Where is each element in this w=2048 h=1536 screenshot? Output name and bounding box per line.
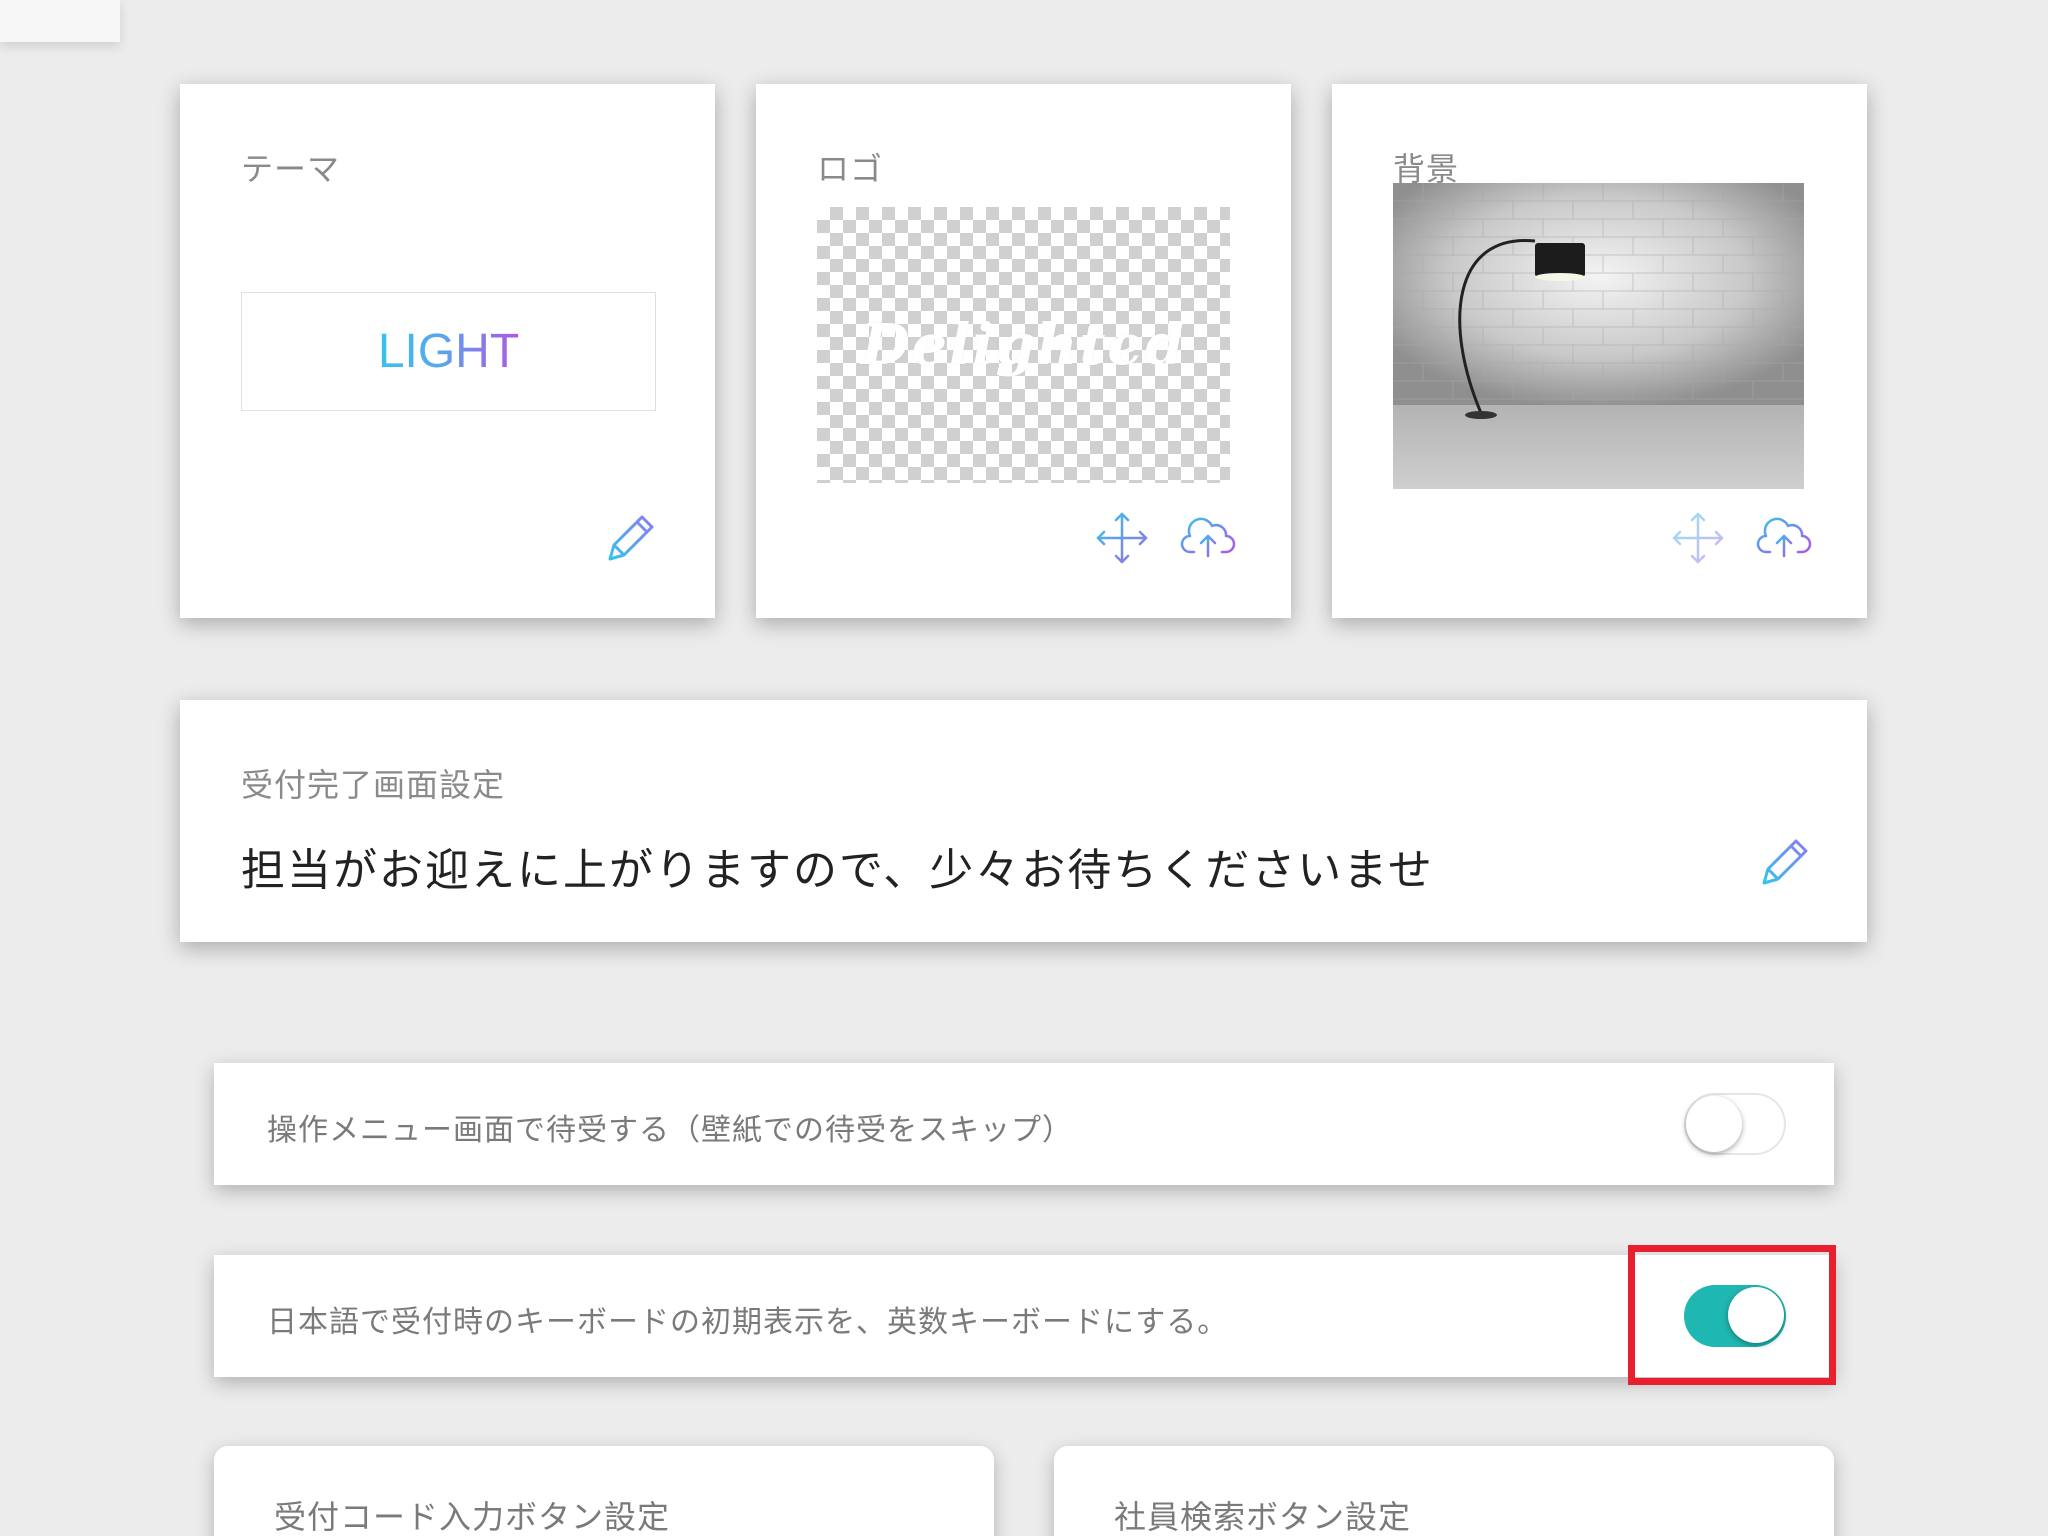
cloud-upload-icon[interactable] (1756, 510, 1812, 570)
logo-preview[interactable]: Delighted (817, 207, 1230, 483)
theme-card: テーマ LIGHT (180, 84, 715, 618)
completion-card-title: 受付完了画面設定 (241, 766, 506, 804)
theme-selector[interactable]: LIGHT (241, 292, 656, 411)
pencil-icon[interactable] (1758, 833, 1814, 893)
highlight-annotation (1628, 1245, 1836, 1385)
keyboard-setting-row: 日本語で受付時のキーボードの初期表示を、英数キーボードにする。 (214, 1255, 1834, 1377)
logo-card: ロゴ Delighted (756, 84, 1291, 618)
logo-card-title: ロゴ (817, 150, 884, 188)
move-arrows-icon[interactable] (1094, 510, 1150, 570)
completion-screen-card: 受付完了画面設定 担当がお迎えに上がりますので、少々お待ちくださいませ (180, 700, 1867, 942)
standby-menu-toggle[interactable] (1684, 1093, 1786, 1155)
completion-message: 担当がお迎えに上がりますので、少々お待ちくださいませ (241, 845, 1434, 896)
setting-label: 操作メニュー画面で待受する（壁紙での待受をスキップ） (267, 1113, 1073, 1148)
pencil-icon[interactable] (604, 509, 660, 569)
theme-value: LIGHT (377, 325, 520, 378)
code-input-card-title: 受付コード入力ボタン設定 (274, 1498, 671, 1536)
cloud-upload-icon[interactable] (1180, 510, 1236, 570)
employee-search-button-card[interactable]: 社員検索ボタン設定 (1054, 1446, 1834, 1536)
move-arrows-icon[interactable] (1670, 510, 1726, 570)
theme-card-title: テーマ (241, 150, 341, 188)
background-card: 背景 (1332, 84, 1867, 618)
setting-label: 日本語で受付時のキーボードの初期表示を、英数キーボードにする。 (267, 1305, 1229, 1340)
toggle-knob (1686, 1096, 1742, 1152)
code-input-button-card[interactable]: 受付コード入力ボタン設定 (214, 1446, 994, 1536)
background-image[interactable] (1393, 183, 1804, 489)
standby-menu-setting-row: 操作メニュー画面で待受する（壁紙での待受をスキップ） (214, 1063, 1834, 1185)
settings-page: テーマ LIGHT ロゴ Delighted 背景 受付完了画面設定 担当がお迎… (0, 0, 2048, 1536)
back-button[interactable] (0, 0, 120, 42)
employee-search-card-title: 社員検索ボタン設定 (1114, 1498, 1412, 1536)
logo-text: Delighted (860, 312, 1187, 378)
